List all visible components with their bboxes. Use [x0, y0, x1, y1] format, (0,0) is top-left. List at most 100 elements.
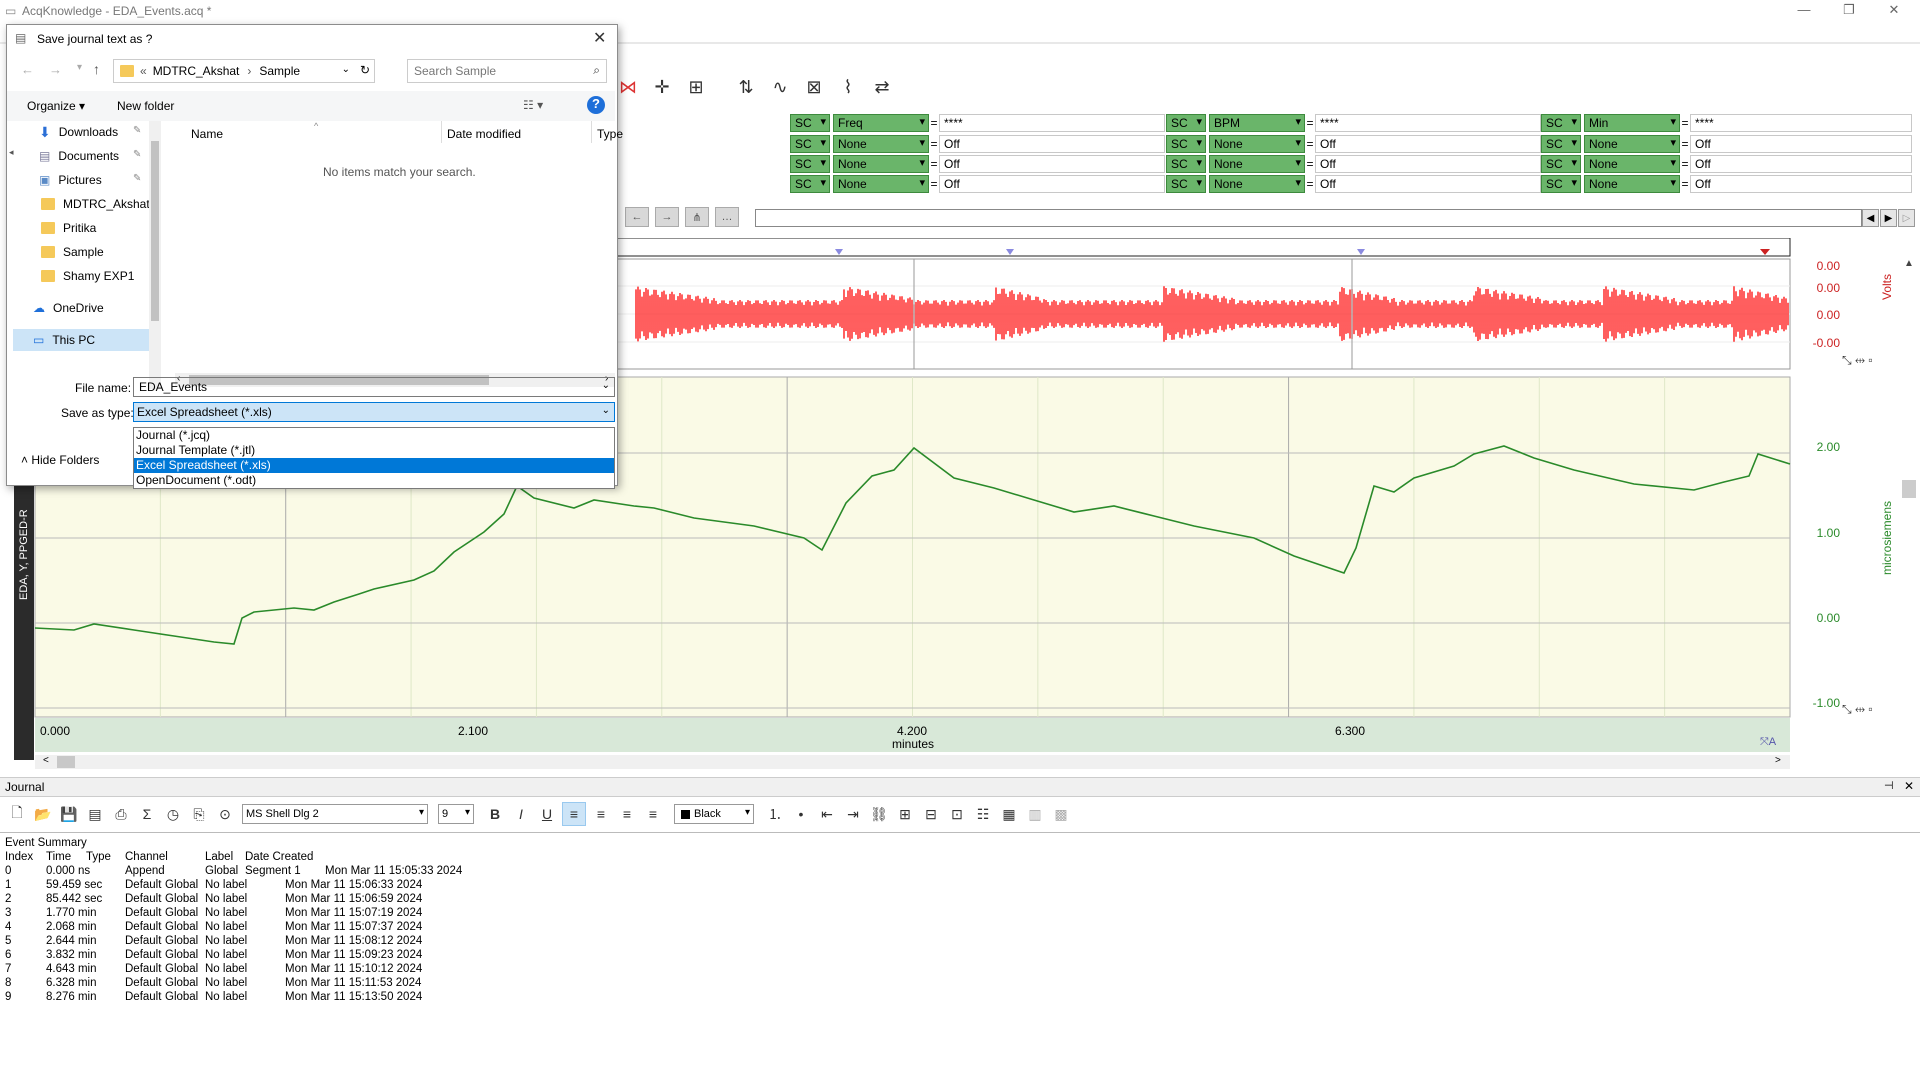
open-icon[interactable]: 📂	[32, 803, 54, 825]
measurement-type-select[interactable]: None	[1584, 155, 1680, 173]
autoscale-icon[interactable]: ⇅	[733, 74, 759, 100]
chevron-down-icon[interactable]: ⌄	[602, 405, 610, 416]
measurement-type-select[interactable]: None	[1209, 175, 1305, 193]
pin-icon[interactable]: ✎	[133, 125, 141, 136]
column-date[interactable]: Date modified	[447, 127, 521, 141]
table-merge-icon[interactable]: ▦	[998, 803, 1020, 825]
pin-icon[interactable]: ⊣	[1884, 779, 1894, 792]
minimize-icon[interactable]: —	[1789, 2, 1819, 17]
measurement-type-select[interactable]: None	[833, 175, 929, 193]
save-icon[interactable]: 💾	[58, 803, 80, 825]
channel-select[interactable]: SC	[1166, 114, 1206, 132]
measurement-type-select[interactable]: None	[1584, 175, 1680, 193]
nav-item-thispc[interactable]: ▭ This PC	[13, 329, 149, 351]
template-icon[interactable]: ▤	[84, 803, 106, 825]
nav-item-downloads[interactable]: ⬇ Downloads	[39, 121, 118, 143]
organize-button[interactable]: Organize ▾	[27, 99, 85, 113]
horizontal-scrollbar[interactable]: < >	[35, 755, 1790, 769]
channel-select[interactable]: SC	[1541, 155, 1581, 173]
dialog-close-icon[interactable]: ✕	[593, 28, 606, 48]
clock-icon[interactable]: ◷	[162, 803, 184, 825]
size-select[interactable]: 9	[438, 804, 474, 824]
scroll-right-icon[interactable]: ▶	[1880, 209, 1897, 227]
save-type-option[interactable]: Journal (*.jcq)	[134, 428, 614, 443]
fit-icon[interactable]: ⊠	[801, 74, 827, 100]
color-select[interactable]: Black	[674, 804, 754, 824]
align-center-icon[interactable]: ≡	[590, 803, 612, 825]
chevron-down-icon[interactable]: ⌄	[602, 380, 610, 391]
print-icon[interactable]: ⎙	[110, 803, 132, 825]
forward-arrow-icon[interactable]: →	[49, 62, 62, 77]
wave-icon[interactable]: ∿	[767, 74, 793, 100]
file-name-field[interactable]: EDA_Events ⌄	[133, 377, 615, 397]
graph-icon[interactable]: ⊙	[214, 803, 236, 825]
save-type-option[interactable]: Journal Template (*.jtl)	[134, 443, 614, 458]
search-input[interactable]: Search Sample ⌕	[407, 59, 607, 83]
scroll-left-icon[interactable]: <	[43, 755, 49, 766]
measurement-type-select[interactable]: None	[1209, 155, 1305, 173]
table-icon[interactable]: ⊞	[894, 803, 916, 825]
autoscale-icon[interactable]: ⤡	[1842, 702, 1852, 716]
back-button[interactable]: ←	[625, 207, 649, 227]
link-icon[interactable]: ⛓	[868, 803, 890, 825]
measurement-type-select[interactable]: None	[833, 155, 929, 173]
cursor-icon[interactable]: ✛	[649, 74, 675, 100]
channel-select[interactable]: SC	[790, 114, 830, 132]
measurement-type-select[interactable]: None	[1209, 135, 1305, 153]
forward-button[interactable]: →	[655, 207, 679, 227]
save-type-option[interactable]: Excel Spreadsheet (*.xls)	[134, 458, 614, 473]
justify-icon[interactable]: ≡	[642, 803, 664, 825]
table-delete-icon[interactable]: ▩	[1050, 803, 1072, 825]
scroll-end-icon[interactable]: ▷	[1898, 209, 1915, 227]
restore-icon[interactable]: ❐	[1834, 2, 1864, 18]
channel-select[interactable]: SC	[1166, 135, 1206, 153]
channel-select[interactable]: SC	[790, 175, 830, 193]
scroll-thumb[interactable]	[57, 756, 75, 768]
scroll-left-icon[interactable]: ◀	[1862, 209, 1879, 227]
grid-icon[interactable]: ⌇	[835, 74, 861, 100]
table-col-icon[interactable]: ⊡	[946, 803, 968, 825]
channel-select[interactable]: SC	[790, 135, 830, 153]
nav-item-documents[interactable]: ▤ Documents	[39, 145, 119, 167]
collapse-icon[interactable]: ◂	[9, 147, 14, 158]
nav-scrollbar[interactable]	[149, 121, 161, 389]
scroll-right-icon[interactable]: >	[1775, 755, 1781, 766]
align-right-icon[interactable]: ≡	[616, 803, 638, 825]
underline-icon[interactable]: U	[536, 803, 558, 825]
x-scale-icon[interactable]: ⤧A	[1760, 736, 1776, 749]
close-window-icon[interactable]: ✕	[1879, 2, 1909, 18]
overlap-icon[interactable]: ⋈	[615, 74, 641, 100]
column-name[interactable]: Name	[191, 127, 223, 141]
table-row-icon[interactable]: ☷	[972, 803, 994, 825]
nav-item-shamy[interactable]: Shamy EXP1	[41, 265, 134, 287]
nav-item-mdtrc[interactable]: MDTRC_Akshat	[41, 193, 150, 215]
italic-icon[interactable]: I	[510, 803, 532, 825]
event-scrollbar[interactable]	[755, 209, 1862, 227]
new-icon[interactable]: 🗋	[6, 803, 28, 825]
file-list[interactable]: Name ^ Date modified Type No items match…	[165, 121, 623, 387]
bullet-list-icon[interactable]: •	[790, 803, 812, 825]
bold-icon[interactable]: B	[484, 803, 506, 825]
channel-select[interactable]: SC	[1541, 114, 1581, 132]
recent-icon[interactable]: ▾	[77, 62, 82, 73]
breadcrumb-item[interactable]: MDTRC_Akshat	[153, 64, 240, 78]
nav-item-onedrive[interactable]: ☁ OneDrive	[33, 297, 104, 319]
link-icon[interactable]: ⇹	[1855, 353, 1865, 367]
channel-select[interactable]: SC	[1166, 175, 1206, 193]
chevron-down-icon[interactable]: ⌄	[342, 64, 350, 75]
save-type-select[interactable]: Excel Spreadsheet (*.xls) ⌄	[133, 402, 615, 422]
align-left-icon[interactable]: ≡	[562, 802, 586, 826]
journal-text[interactable]: Event Summary Index Time Type Channel La…	[0, 832, 1920, 1081]
paste-icon[interactable]: ⎘	[188, 803, 210, 825]
nav-item-sample[interactable]: Sample	[41, 241, 104, 263]
lock-icon[interactable]: ▫	[1868, 702, 1872, 716]
sum-icon[interactable]: Σ	[136, 803, 158, 825]
nav-item-pictures[interactable]: ▣ Pictures	[39, 169, 102, 191]
mark-button[interactable]: ⋔	[685, 207, 709, 227]
outdent-icon[interactable]: ⇤	[816, 803, 838, 825]
new-folder-button[interactable]: New folder	[117, 99, 174, 113]
measurement-type-select[interactable]: Min	[1584, 114, 1680, 132]
zoom-region-icon[interactable]: ⊞	[683, 74, 709, 100]
close-journal-icon[interactable]: ✕	[1904, 779, 1914, 793]
back-arrow-icon[interactable]: ←	[21, 62, 34, 77]
